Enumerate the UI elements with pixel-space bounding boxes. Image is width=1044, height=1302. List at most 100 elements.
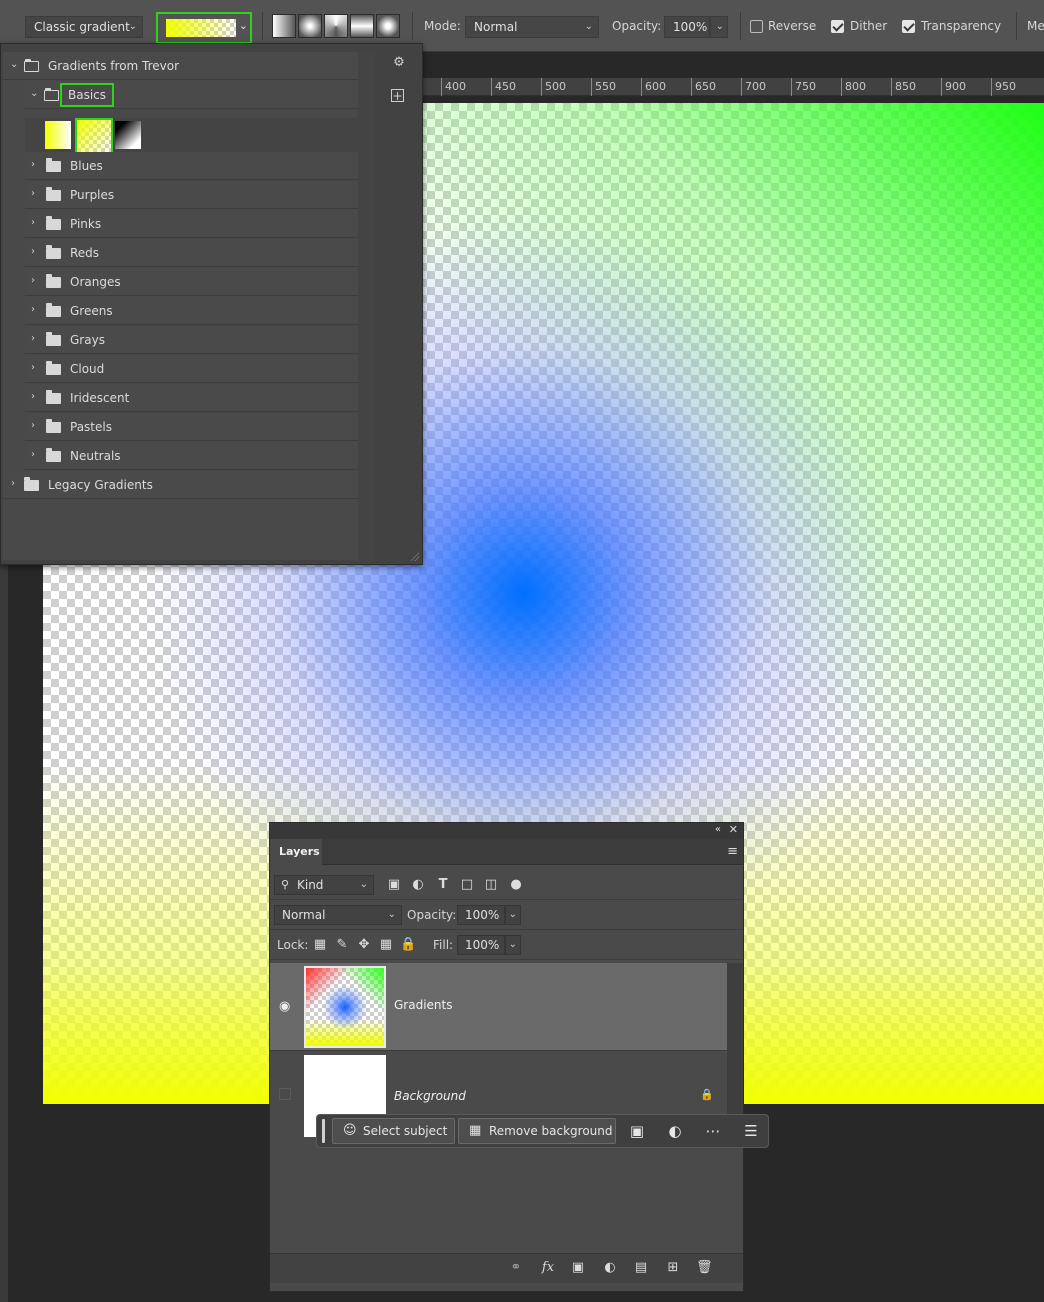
chevron-right-icon[interactable]: › [31, 449, 35, 460]
chevron-right-icon[interactable]: › [11, 478, 15, 489]
filter-kind-select[interactable]: ⚲ Kind ⌄ [274, 875, 374, 895]
folder-label: Pinks [70, 217, 102, 231]
chevron-right-icon[interactable]: › [31, 420, 35, 431]
chevron-right-icon[interactable]: › [31, 333, 35, 344]
adjustment-icon[interactable]: ◐ [665, 1121, 685, 1141]
folder-icon [46, 303, 61, 317]
opacity-dropdown[interactable]: ⌄ [710, 16, 728, 38]
gradient-folder[interactable]: › Pastels [25, 413, 358, 441]
folder-label: Oranges [70, 275, 121, 289]
new-layer-icon[interactable]: ⊞ [665, 1260, 681, 1276]
chevron-right-icon[interactable]: › [31, 188, 35, 199]
gradient-folder[interactable]: › Oranges [25, 268, 358, 296]
folder-icon [46, 274, 61, 288]
mode-select[interactable]: Normal ⌄ [465, 16, 599, 38]
chevron-right-icon[interactable]: › [31, 275, 35, 286]
gradient-style-select[interactable]: Classic gradient ⌄ [25, 16, 143, 38]
lock-brush-icon[interactable]: ✎ [334, 937, 350, 953]
gradient-swatch-foreground-background[interactable] [45, 121, 71, 149]
lock-icon[interactable]: 🔒 [700, 1088, 714, 1101]
lock-artboard-icon[interactable]: ▦ [378, 937, 394, 953]
reflected-gradient-button[interactable] [350, 14, 374, 38]
chevron-right-icon[interactable]: › [31, 246, 35, 257]
picker-scrollbar[interactable] [358, 52, 375, 560]
contextual-task-bar: ☺ Select subject ▦ Remove background ▣ ◐… [316, 1114, 769, 1148]
gradient-folder[interactable]: › Pinks [25, 210, 358, 238]
image-filter-icon[interactable]: ▣ [386, 877, 402, 893]
chevron-right-icon[interactable]: › [31, 304, 35, 315]
panel-menu-icon[interactable]: ≡ [727, 844, 738, 859]
gradient-folder[interactable]: › Iridescent [25, 384, 358, 412]
group-folder-icon[interactable]: ▤ [633, 1260, 649, 1276]
add-icon[interactable]: + [391, 89, 404, 103]
gradient-group-legacy[interactable]: › Legacy Gradients [3, 471, 358, 499]
trash-icon[interactable]: 🗑 [696, 1260, 713, 1276]
blend-mode-select[interactable]: Normal ⌄ [274, 905, 402, 925]
ruler-tick: 450 [491, 78, 516, 96]
drag-handle[interactable] [322, 1119, 325, 1143]
gradient-folder[interactable]: › Cloud [25, 355, 358, 383]
diamond-gradient-button[interactable] [376, 14, 400, 38]
remove-background-button[interactable]: ▦ Remove background [458, 1118, 616, 1144]
adjustment-filter-icon[interactable]: ◐ [410, 877, 426, 893]
smart-object-filter-icon[interactable]: ◫ [483, 877, 499, 893]
layer-opacity-input[interactable]: 100% [457, 905, 505, 925]
collapse-icon[interactable]: « [715, 824, 721, 835]
horizontal-ruler: 400 450 500 550 600 650 700 750 800 850 … [420, 78, 1044, 96]
type-filter-icon[interactable]: T [435, 877, 451, 893]
dither-checkbox[interactable] [831, 20, 844, 33]
lock-all-icon[interactable]: 🔒 [400, 937, 416, 953]
fill-dropdown[interactable]: ⌄ [505, 935, 521, 955]
radial-gradient-button[interactable] [298, 14, 322, 38]
gradient-folder[interactable]: › Neutrals [25, 442, 358, 470]
close-icon[interactable]: ✕ [729, 823, 738, 836]
divider [740, 12, 741, 40]
settings-sliders-icon[interactable]: ☰ [741, 1121, 761, 1141]
eye-icon[interactable]: ◉ [279, 999, 290, 1014]
filter-toggle-icon[interactable]: ● [508, 877, 524, 893]
gradient-folder[interactable]: › Reds [25, 239, 358, 267]
angle-gradient-button[interactable] [324, 14, 348, 38]
folder-icon [46, 187, 61, 201]
shape-filter-icon[interactable]: □ [459, 877, 475, 893]
gradient-folder[interactable]: › Grays [25, 326, 358, 354]
fx-icon[interactable]: fx [540, 1260, 556, 1276]
adjustment-layer-icon[interactable]: ◐ [602, 1260, 618, 1276]
gradient-preview-dropdown[interactable]: ⌄ [156, 12, 252, 44]
gradient-folder[interactable]: › Purples [25, 181, 358, 209]
gradient-picker-panel: ⌄ Gradients from Trevor ⌄ Basics › Blues… [0, 43, 423, 565]
gradient-swatch-black-white[interactable] [115, 121, 141, 149]
gradient-swatch-foreground-transparent[interactable] [75, 118, 113, 154]
gradient-folder[interactable]: › Greens [25, 297, 358, 325]
chevron-right-icon[interactable]: › [31, 362, 35, 373]
reverse-checkbox[interactable] [750, 20, 763, 33]
transform-icon[interactable]: ▣ [627, 1121, 647, 1141]
select-subject-button[interactable]: ☺ Select subject [332, 1118, 455, 1144]
gear-icon[interactable]: ⚙ [391, 55, 407, 71]
mask-icon[interactable]: ▣ [570, 1260, 586, 1276]
chevron-right-icon[interactable]: › [31, 159, 35, 170]
dither-label: Dither [850, 19, 888, 33]
fill-input[interactable]: 100% [457, 935, 505, 955]
chevron-down-icon[interactable]: ⌄ [30, 88, 38, 99]
lock-position-icon[interactable]: ✥ [356, 937, 372, 953]
ruler-tick: 950 [991, 78, 1016, 96]
visibility-toggle[interactable] [279, 1088, 291, 1100]
tab-layers[interactable]: Layers [270, 839, 322, 865]
gradient-folder-basics[interactable]: ⌄ Basics [25, 81, 358, 109]
gradient-folder[interactable]: › Blues [25, 152, 358, 180]
lock-transparent-icon[interactable]: ▦ [312, 937, 328, 953]
gradient-group-trevor[interactable]: ⌄ Gradients from Trevor [3, 52, 358, 80]
opacity-input[interactable]: 100% [664, 16, 710, 38]
layer-opacity-dropdown[interactable]: ⌄ [505, 905, 521, 925]
link-icon[interactable]: ⚭ [508, 1260, 524, 1276]
more-options-icon[interactable]: ⋯ [703, 1121, 723, 1141]
chevron-right-icon[interactable]: › [31, 391, 35, 402]
chevron-down-icon[interactable]: ⌄ [10, 59, 18, 70]
transparency-checkbox[interactable] [902, 20, 915, 33]
linear-gradient-button[interactable] [272, 14, 296, 38]
layer-row-gradients[interactable]: ◉ Gradients [270, 963, 727, 1051]
chevron-right-icon[interactable]: › [31, 217, 35, 228]
layers-panel: « ✕ Layers ≡ ⚲ Kind ⌄ ▣ ◐ T □ ◫ ● Normal… [269, 822, 744, 1292]
resize-grip-icon[interactable] [409, 551, 419, 561]
